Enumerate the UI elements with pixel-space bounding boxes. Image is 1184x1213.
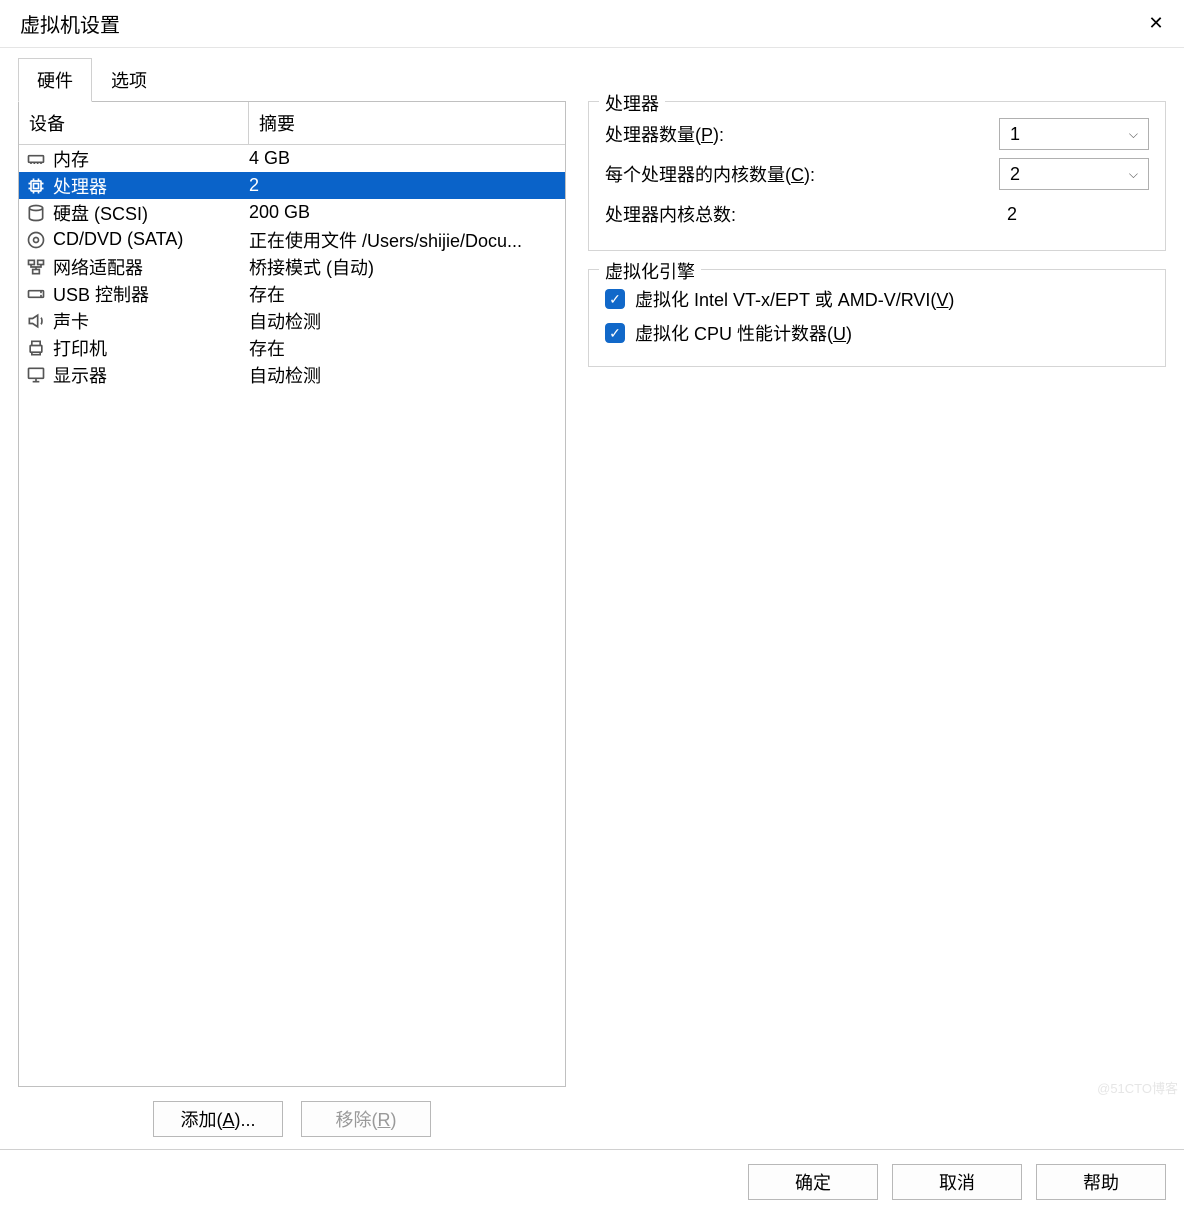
vtx-label: 虚拟化 Intel VT-x/EPT 或 AMD-V/RVI(V) xyxy=(635,286,954,312)
add-button-label: 添加(A)... xyxy=(180,1106,255,1132)
close-button[interactable]: ✕ xyxy=(1128,0,1184,47)
vtx-checkbox[interactable]: ✓ xyxy=(605,289,625,309)
device-summary: 正在使用文件 /Users/shijie/Docu... xyxy=(249,227,565,253)
device-summary: 2 xyxy=(249,175,565,196)
device-row[interactable]: CD/DVD (SATA)正在使用文件 /Users/shijie/Docu..… xyxy=(19,226,565,253)
usb-icon xyxy=(25,283,47,305)
check-icon: ✓ xyxy=(609,325,621,342)
device-name: 处理器 xyxy=(53,173,249,199)
device-summary: 自动检测 xyxy=(249,308,565,334)
virt-engine-group: 虚拟化引擎 ✓ 虚拟化 Intel VT-x/EPT 或 AMD-V/RVI(V… xyxy=(588,269,1166,367)
device-name: USB 控制器 xyxy=(53,281,249,307)
cores-per-proc-select[interactable]: 2 ⌵ xyxy=(999,158,1149,190)
device-list-header: 设备 摘要 xyxy=(19,102,565,145)
total-cores-label: 处理器内核总数: xyxy=(605,201,999,227)
device-row[interactable]: 网络适配器桥接模式 (自动) xyxy=(19,253,565,280)
device-name: 内存 xyxy=(53,146,249,172)
device-row[interactable]: 处理器2 xyxy=(19,172,565,199)
network-icon xyxy=(25,256,47,278)
tab-hardware[interactable]: 硬件 xyxy=(18,58,92,102)
processors-group: 处理器 处理器数量(P): 1 ⌵ 每个处理器的内核数量(C): 2 xyxy=(588,101,1166,251)
cores-per-proc-value: 2 xyxy=(1010,164,1020,185)
device-row[interactable]: 显示器自动检测 xyxy=(19,361,565,388)
device-row[interactable]: USB 控制器存在 xyxy=(19,280,565,307)
cores-per-proc-label: 每个处理器的内核数量(C): xyxy=(605,161,999,187)
device-row[interactable]: 硬盘 (SCSI)200 GB xyxy=(19,199,565,226)
device-summary: 自动检测 xyxy=(249,362,565,388)
perf-counter-label: 虚拟化 CPU 性能计数器(U) xyxy=(635,320,852,346)
total-cores-value: 2 xyxy=(999,204,1149,225)
processors-legend: 处理器 xyxy=(599,90,665,116)
cancel-button[interactable]: 取消 xyxy=(892,1164,1022,1200)
ok-button[interactable]: 确定 xyxy=(748,1164,878,1200)
device-summary: 存在 xyxy=(249,335,565,361)
sound-icon xyxy=(25,310,47,332)
cpu-icon xyxy=(25,175,47,197)
printer-icon xyxy=(25,337,47,359)
remove-button-label: 移除(R) xyxy=(336,1106,397,1132)
window-title: 虚拟机设置 xyxy=(20,9,120,38)
column-header-summary[interactable]: 摘要 xyxy=(249,102,565,144)
chevron-down-icon: ⌵ xyxy=(1129,127,1138,142)
num-processors-value: 1 xyxy=(1010,124,1020,145)
device-summary: 200 GB xyxy=(249,202,565,223)
device-row[interactable]: 打印机存在 xyxy=(19,334,565,361)
num-processors-select[interactable]: 1 ⌵ xyxy=(999,118,1149,150)
column-header-device[interactable]: 设备 xyxy=(19,102,249,144)
perf-counter-checkbox[interactable]: ✓ xyxy=(605,323,625,343)
device-summary: 桥接模式 (自动) xyxy=(249,254,565,280)
tab-options[interactable]: 选项 xyxy=(92,58,166,102)
device-name: 声卡 xyxy=(53,308,249,334)
device-name: 硬盘 (SCSI) xyxy=(53,200,249,226)
close-icon: ✕ xyxy=(1148,13,1163,34)
help-button[interactable]: 帮助 xyxy=(1036,1164,1166,1200)
device-name: 显示器 xyxy=(53,362,249,388)
remove-button: 移除(R) xyxy=(301,1101,431,1137)
device-name: 网络适配器 xyxy=(53,254,249,280)
titlebar: 虚拟机设置 ✕ xyxy=(0,0,1184,48)
device-summary: 存在 xyxy=(249,281,565,307)
dialog-footer: 确定 取消 帮助 xyxy=(0,1149,1184,1213)
device-summary: 4 GB xyxy=(249,148,565,169)
device-name: 打印机 xyxy=(53,335,249,361)
disk-icon xyxy=(25,202,47,224)
virt-engine-legend: 虚拟化引擎 xyxy=(599,258,701,284)
check-icon: ✓ xyxy=(609,291,621,308)
cd-icon xyxy=(25,229,47,251)
device-listbox[interactable]: 设备 摘要 内存4 GB处理器2硬盘 (SCSI)200 GBCD/DVD (S… xyxy=(18,101,566,1087)
add-button[interactable]: 添加(A)... xyxy=(153,1101,283,1137)
display-icon xyxy=(25,364,47,386)
memory-icon xyxy=(25,148,47,170)
device-row[interactable]: 声卡自动检测 xyxy=(19,307,565,334)
tab-row: 硬件 选项 xyxy=(0,48,1184,102)
device-name: CD/DVD (SATA) xyxy=(53,229,249,250)
chevron-down-icon: ⌵ xyxy=(1129,167,1138,182)
num-processors-label: 处理器数量(P): xyxy=(605,121,999,147)
device-row[interactable]: 内存4 GB xyxy=(19,145,565,172)
